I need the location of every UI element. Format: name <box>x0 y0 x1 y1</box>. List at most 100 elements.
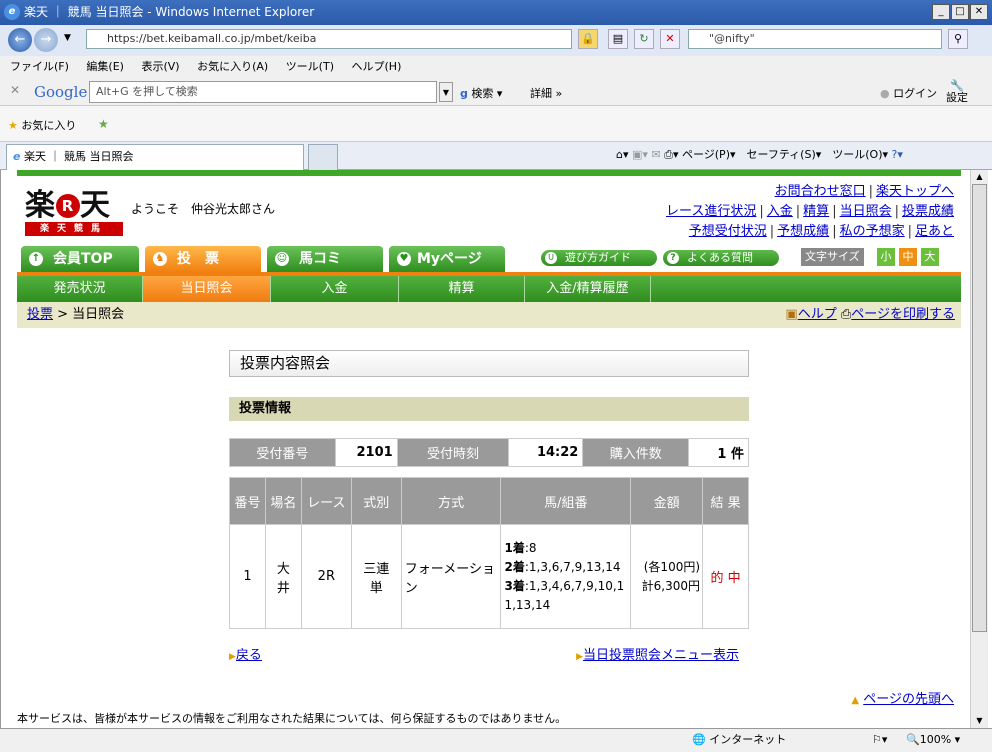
heart-icon: ♥ <box>397 252 411 266</box>
feed-icon[interactable]: ▣▾ <box>632 148 648 161</box>
close-toolbar-icon[interactable]: ✕ <box>10 83 20 97</box>
row-combo: 1着:8 2着:1,3,6,7,9,13,14 3着:1,3,4,6,7,9,1… <box>500 524 632 629</box>
subnav-history[interactable]: 入金/精算履歴 <box>525 276 651 302</box>
link-settle[interactable]: 精算 <box>803 204 829 219</box>
help-icon[interactable]: ?▾ <box>892 148 903 161</box>
link-bet-results[interactable]: 投票成績 <box>902 204 954 219</box>
scroll-up-icon[interactable]: ▲ <box>972 170 987 184</box>
google-toolbar: ✕ Google Alt+G を押して検索 ▼ g 検索 ▾ 詳細 » ● ログ… <box>0 78 992 106</box>
address-input[interactable]: https://bet.keibamall.co.jp/mbet/keiba <box>86 29 572 49</box>
subnav-settle[interactable]: 精算 <box>399 276 525 302</box>
back-button[interactable]: ← <box>8 28 32 52</box>
subnav-today-inquiry[interactable]: 当日照会 <box>143 276 271 302</box>
menu-help[interactable]: ヘルプ(H) <box>352 60 402 73</box>
font-size-small[interactable]: 小 <box>877 248 895 266</box>
google-search-button[interactable]: g 検索 ▾ <box>460 85 502 101</box>
search-value: "@nifty" <box>709 32 755 45</box>
menu-tools[interactable]: ツール(T) <box>286 60 334 73</box>
home-icon[interactable]: ⌂▾ <box>616 148 629 161</box>
breadcrumb-current: > 当日照会 <box>53 307 125 322</box>
link-footprints[interactable]: 足あと <box>915 224 954 239</box>
header-type: 式別 <box>350 477 402 525</box>
zoom-control[interactable]: 🔍100% ▾ <box>906 729 960 751</box>
new-tab-button[interactable] <box>308 144 338 170</box>
bet-detail-table: 番号 場名 レース 式別 方式 馬/組番 金額 結 果 1 大井 2R 三連単 … <box>229 477 749 629</box>
subnav-deposit[interactable]: 入金 <box>271 276 399 302</box>
refresh-icon[interactable]: ↻ <box>634 29 654 49</box>
search-input[interactable]: "@nifty" <box>688 29 942 49</box>
tab-current[interactable]: e 楽天 ｜ 競馬 当日照会 <box>6 144 304 170</box>
breadcrumb-bet-link[interactable]: 投票 <box>27 307 53 322</box>
link-my-tipster[interactable]: 私の予想家 <box>840 224 905 239</box>
menu-file[interactable]: ファイル(F) <box>10 60 69 73</box>
row-venue: 大井 <box>264 524 302 629</box>
link-today-inquiry[interactable]: 当日照会 <box>840 204 892 219</box>
mail-icon[interactable]: ✉ <box>651 148 660 161</box>
faq-button[interactable]: ? よくある質問 <box>663 250 779 266</box>
tab-bet[interactable]: ♞ 投 票 <box>145 246 261 272</box>
menu-link[interactable]: 当日投票照会メニュー表示 <box>583 648 739 663</box>
row-race: 2R <box>300 524 352 629</box>
maximize-button[interactable]: □ <box>951 4 969 20</box>
back-link[interactable]: 戻る <box>236 648 262 663</box>
favorites-button[interactable]: ★ お気に入り <box>8 117 76 133</box>
font-size-large[interactable]: 大 <box>921 248 939 266</box>
link-forecast-status[interactable]: 予想受付状況 <box>689 224 767 239</box>
rakuten-logo[interactable]: 楽R天 楽天競馬 <box>25 190 123 238</box>
add-favorite-icon[interactable]: ★ <box>98 117 109 131</box>
link-forecast-results[interactable]: 予想成績 <box>777 224 829 239</box>
menu-view[interactable]: 表示(V) <box>141 60 179 73</box>
link-contact[interactable]: お問合わせ窓口 <box>775 184 866 199</box>
breadcrumb: 投票 > 当日照会 <box>27 302 124 328</box>
tab-my-page[interactable]: ♥ Myページ <box>389 246 505 272</box>
scroll-down-icon[interactable]: ▼ <box>972 714 987 728</box>
tab-member-top[interactable]: ↑ 会員TOP <box>21 246 139 272</box>
google-g-icon: g <box>460 87 468 100</box>
search-icon[interactable]: ⚲ <box>948 29 968 49</box>
print-icon[interactable]: ⎙▾ <box>664 148 678 161</box>
help-link[interactable]: ヘルプ <box>798 307 837 322</box>
command-bar: ⌂▾ ▣▾ ✉ ⎙▾ ページ(P)▾ セーフティ(S)▾ ツール(O)▾ ?▾ <box>616 146 903 164</box>
login-radio-icon: ● <box>880 87 890 100</box>
table-row: 1 大井 2R 三連単 フォーメーション 1着:8 2着:1,3,6,7,9,1… <box>229 524 749 629</box>
second-label: 2着 <box>504 559 525 574</box>
menu-favorites[interactable]: お気に入り(A) <box>197 60 268 73</box>
print-link[interactable]: ページを印刷する <box>851 307 955 322</box>
minimize-button[interactable]: _ <box>932 4 950 20</box>
protected-mode-icon[interactable]: ⚐▾ <box>872 729 887 751</box>
history-dropdown-icon[interactable]: ▼ <box>64 33 71 43</box>
lock-icon[interactable]: 🔒 <box>578 29 598 49</box>
compat-view-icon[interactable]: ▤ <box>608 29 628 49</box>
row-amount: (各100円) 計6,300円 <box>630 524 704 629</box>
menu-edit[interactable]: 編集(E) <box>86 60 124 73</box>
back-link-wrap: ▶戻る <box>229 644 262 663</box>
top-links-3: 予想受付状況 | 予想成績 | 私の予想家 | 足あと <box>688 224 954 239</box>
google-detail-button[interactable]: 詳細 » <box>530 85 562 101</box>
command-menus[interactable]: ページ(P)▾ セーフティ(S)▾ ツール(O)▾ <box>682 148 888 161</box>
top-links-2: レース進行状況 | 入金 | 精算 | 当日照会 | 投票成績 <box>666 204 954 219</box>
google-login-button[interactable]: ● ログイン <box>880 85 937 101</box>
first-label: 1着 <box>504 540 525 555</box>
google-dropdown-icon[interactable]: ▼ <box>439 82 453 102</box>
stop-icon[interactable]: ✕ <box>660 29 680 49</box>
subnav-sales-status[interactable]: 発売状況 <box>17 276 143 302</box>
horse-icon: ♞ <box>153 252 167 266</box>
welcome-text: ようこそ 仲谷光太郎さん <box>131 202 276 216</box>
link-deposit[interactable]: 入金 <box>767 204 793 219</box>
font-size-label: 文字サイズ <box>801 248 864 266</box>
tab-uma-komi[interactable]: ☺ 馬コミ <box>267 246 383 272</box>
close-window-button[interactable]: ✕ <box>970 4 988 20</box>
scroll-thumb[interactable] <box>972 184 987 632</box>
to-top-link[interactable]: ページの先頭へ <box>863 692 954 707</box>
vertical-scrollbar[interactable]: ▲ ▼ <box>970 170 988 728</box>
link-rakuten-top[interactable]: 楽天トップへ <box>876 184 954 199</box>
google-settings-button[interactable]: 🔧 設定 <box>946 80 968 104</box>
guide-button[interactable]: U 遊び方ガイド <box>541 250 657 266</box>
time-value: 14:22 <box>508 438 584 467</box>
link-race-progress[interactable]: レース進行状況 <box>666 204 756 219</box>
font-size-medium[interactable]: 中 <box>899 248 917 266</box>
top-accent-line <box>17 170 961 176</box>
forward-button[interactable]: → <box>34 28 58 52</box>
favorites-bar: ★ お気に入り ★ <box>0 106 992 142</box>
google-search-input[interactable]: Alt+G を押して検索 <box>89 81 437 103</box>
